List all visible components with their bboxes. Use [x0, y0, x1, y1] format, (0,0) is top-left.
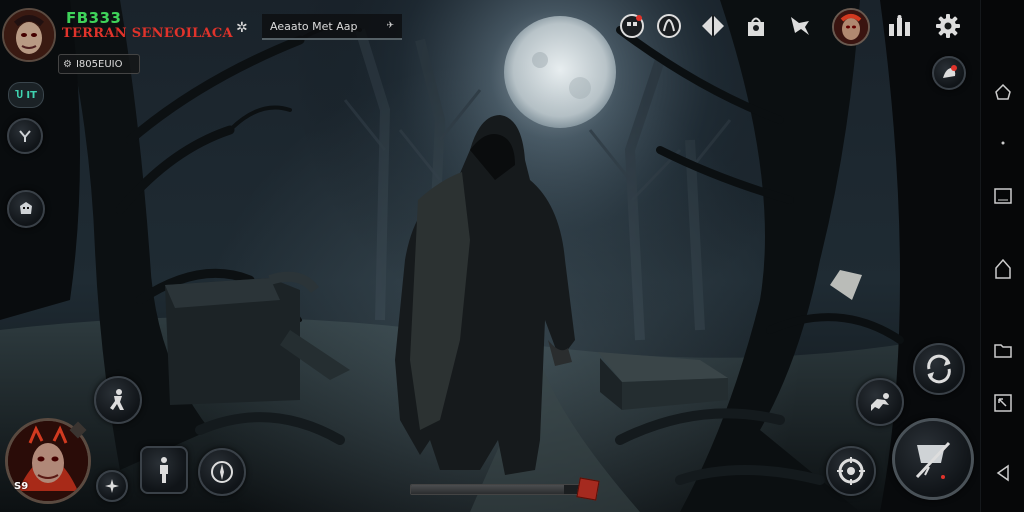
- mask-button[interactable]: [616, 10, 648, 42]
- player-portrait-icon: [4, 10, 54, 60]
- hero-avatar-badge: S9: [14, 481, 29, 492]
- crawl-button[interactable]: [856, 378, 904, 426]
- diamond-icon: [702, 15, 724, 37]
- gear-icon: [936, 14, 960, 38]
- player-id: FB333: [66, 9, 122, 27]
- character-avatar[interactable]: [832, 8, 870, 46]
- quest-bar[interactable]: Aeaato Met Aap ✈: [262, 14, 402, 40]
- sparkle-icon: [105, 479, 119, 493]
- health-bar: [410, 484, 598, 495]
- player-name: TERRAN SENEOILACA: [62, 26, 233, 41]
- target-button[interactable]: [826, 446, 876, 496]
- stats-button[interactable]: [884, 10, 916, 42]
- sparkle-button[interactable]: [96, 470, 128, 502]
- health-end-icon: [576, 477, 600, 501]
- nav-expand-button[interactable]: [991, 391, 1015, 415]
- nav-folder-button[interactable]: [991, 338, 1015, 362]
- player-avatar[interactable]: [2, 8, 56, 62]
- claw-icon: [657, 14, 681, 38]
- mask-icon: [620, 14, 644, 38]
- nav-window-button[interactable]: [991, 184, 1015, 208]
- spin-button[interactable]: [913, 343, 965, 395]
- quest-star-icon[interactable]: ✲: [236, 20, 248, 36]
- dodge-button[interactable]: [94, 376, 142, 424]
- bag-button[interactable]: [740, 10, 772, 42]
- creature-icon: [943, 65, 957, 78]
- player-tag[interactable]: ⚙ I805EUIO: [58, 54, 140, 74]
- wrench-icon: [19, 130, 31, 142]
- stats-icon: [889, 15, 910, 36]
- bag-icon: [748, 17, 764, 36]
- wolf-icon: [791, 17, 809, 35]
- quest-label: Aeaato Met Aap: [270, 19, 358, 33]
- compass-icon: [211, 461, 233, 483]
- target-icon: [837, 457, 865, 485]
- health-bar-fill: [411, 485, 564, 494]
- nav-dot: [991, 131, 1015, 155]
- figure-icon: [160, 457, 168, 483]
- spin-icon: [927, 354, 951, 384]
- level-badge[interactable]: Ⴎ IT: [8, 82, 44, 108]
- dodge-icon: [110, 389, 124, 410]
- character-portrait-icon: [834, 10, 868, 44]
- attack-button[interactable]: [892, 418, 974, 500]
- level-badge-text: Ⴎ IT: [15, 89, 37, 101]
- player-tag-text: I805EUIO: [75, 58, 123, 70]
- system-nav-bar: [980, 0, 1024, 512]
- tag-icon: ⚙: [63, 58, 72, 70]
- monster-button[interactable]: [7, 190, 45, 228]
- creature-button[interactable]: [932, 56, 966, 90]
- diamond-button[interactable]: [697, 10, 729, 42]
- gear-button[interactable]: [932, 10, 964, 42]
- dot-icon: [1001, 141, 1005, 145]
- window-icon: [994, 188, 1012, 204]
- game-scene: [0, 0, 980, 512]
- figure-button[interactable]: [140, 446, 188, 494]
- home-outline-icon: [995, 258, 1011, 279]
- nav-home-button[interactable]: [991, 80, 1015, 104]
- back-icon: [996, 464, 1009, 482]
- wrench-button[interactable]: [7, 118, 43, 154]
- compass-button[interactable]: [198, 448, 246, 496]
- folder-icon: [994, 344, 1012, 358]
- home-icon: [995, 83, 1011, 100]
- expand-icon: [994, 394, 1012, 412]
- nav-back-button[interactable]: [991, 461, 1015, 485]
- nav-home-outline-button[interactable]: [991, 257, 1015, 281]
- wolf-button[interactable]: [784, 10, 816, 42]
- weapon-icon: [915, 441, 951, 479]
- quest-arrow-icon: ✈: [386, 21, 394, 31]
- claw-button[interactable]: [653, 10, 685, 42]
- crawl-icon: [871, 393, 889, 411]
- monster-icon: [20, 202, 32, 214]
